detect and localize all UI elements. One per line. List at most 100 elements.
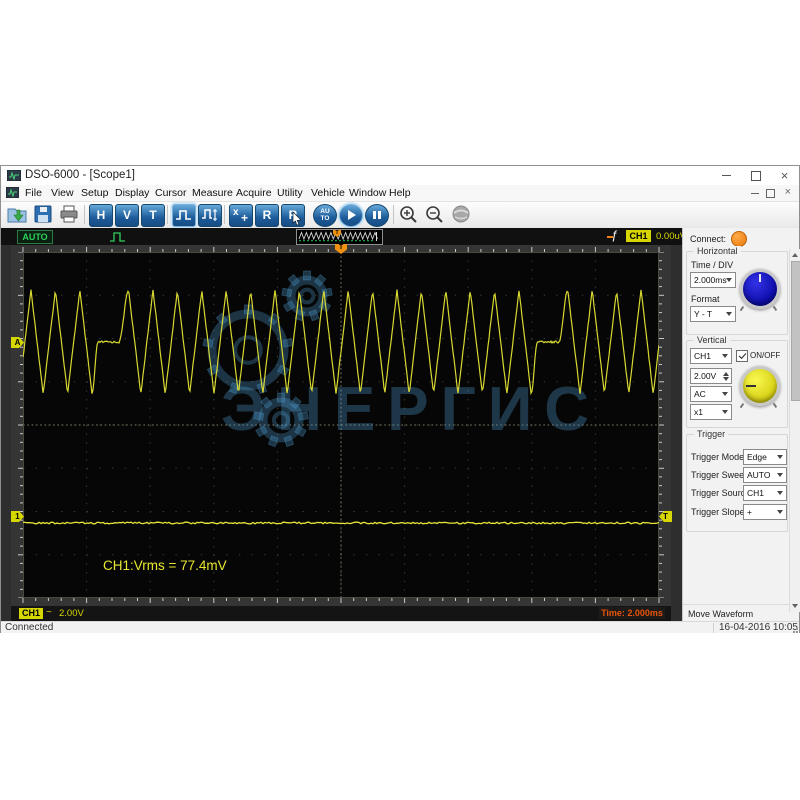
chevron-down-icon — [726, 312, 732, 316]
connection-status: Connected — [5, 622, 53, 633]
record-playback-button[interactable]: R — [281, 204, 305, 227]
measurement-readout: CH1:Vrms = 77.4mV — [103, 558, 227, 573]
time-div-label: Time / DIV — [691, 260, 733, 270]
trigger-channel-badge: CH1 — [626, 230, 651, 242]
scrollbar-thumb[interactable] — [791, 261, 800, 401]
auto-label-bottom: TO — [314, 215, 336, 222]
channel-onoff-checkbox[interactable] — [736, 350, 748, 362]
horizontal-menu-button[interactable]: H — [89, 204, 113, 227]
toolbar-separator — [167, 205, 168, 224]
spinner-up-icon[interactable] — [723, 372, 729, 376]
waveform-preview: T — [296, 229, 383, 245]
probe-select[interactable]: x1 — [690, 404, 732, 420]
pause-button[interactable] — [365, 204, 389, 227]
display-frame: ЭНЕРГИС CH1:Vrms = 77.4mV A 1 T T — [1, 245, 682, 621]
resize-grip[interactable] — [790, 625, 798, 633]
horizontal-knob[interactable] — [740, 269, 780, 309]
channel-info-bar: CH1 ~ 2.00V Time: 2.000ms — [11, 606, 671, 621]
format-select[interactable]: Y - T — [690, 306, 736, 322]
panel-scrollbar[interactable] — [789, 249, 800, 612]
channel-value: CH1 — [694, 351, 711, 361]
close-button[interactable]: × — [770, 166, 799, 185]
preview-window-edge — [376, 232, 377, 241]
trigger-sweep-select[interactable]: AUTO — [743, 467, 787, 483]
connect-led — [731, 231, 747, 247]
trigger-slope-mark — [607, 236, 613, 238]
menu-item-cursor[interactable]: Cursor — [151, 186, 191, 200]
menu-item-view[interactable]: View — [47, 186, 78, 200]
trigger-mode-select[interactable]: Edge — [743, 449, 787, 465]
scale-value: 2.00V — [694, 371, 716, 381]
scroll-down-icon[interactable] — [792, 604, 798, 608]
trigger-sweep-label: Trigger Sweep — [691, 470, 749, 480]
vertical-menu-button[interactable]: V — [115, 204, 139, 227]
pulse-icon — [173, 205, 195, 226]
datetime-readout: 16-04-2016 10:05 — [719, 622, 798, 633]
run-button[interactable] — [339, 204, 363, 227]
ruler-right — [659, 252, 671, 598]
statusbar-separator — [713, 623, 714, 633]
menu-item-help[interactable]: Help — [385, 186, 415, 200]
channel-select[interactable]: CH1 — [690, 348, 732, 364]
coupling-select[interactable]: AC — [690, 386, 732, 402]
chevron-down-icon — [722, 354, 728, 358]
spinner-down-icon[interactable] — [723, 377, 729, 381]
trigger-source-select[interactable]: CH1 — [743, 485, 787, 501]
scale-spinner[interactable]: 2.00V — [690, 368, 732, 384]
print-button[interactable] — [58, 204, 80, 225]
coupling-symbol: ~ — [46, 607, 52, 618]
app-window: DSO-6000 - [Scope1] × File View Setup Di… — [0, 165, 800, 633]
scroll-up-icon[interactable] — [792, 253, 798, 257]
maximize-button[interactable] — [741, 166, 770, 185]
record-button[interactable]: R — [255, 204, 279, 227]
document-icon — [6, 187, 19, 198]
pause-icon — [373, 211, 376, 219]
zoom-in-button[interactable] — [398, 204, 420, 225]
menu-item-file[interactable]: File — [21, 186, 46, 200]
menu-item-measure[interactable]: Measure — [188, 186, 237, 200]
menu-item-setup[interactable]: Setup — [77, 186, 112, 200]
horizontal-group-title: Horizontal — [694, 246, 741, 256]
zoom-out-button[interactable] — [424, 204, 446, 225]
vehicle-button[interactable] — [450, 204, 472, 225]
menu-item-window[interactable]: Window — [345, 186, 390, 200]
menu-item-vehicle[interactable]: Vehicle — [307, 186, 349, 200]
auto-setup-button[interactable]: AU TO — [313, 204, 337, 227]
menu-item-utility[interactable]: Utility — [273, 186, 307, 200]
watermark-text: ЭНЕРГИС — [221, 375, 601, 444]
ruler-left — [11, 252, 23, 598]
trigger-mode-value: Edge — [747, 452, 767, 462]
vertical-knob[interactable] — [740, 366, 780, 406]
trigger-slope-select[interactable]: + — [743, 504, 787, 520]
pulse-width-button[interactable] — [172, 204, 196, 227]
minimize-button[interactable] — [712, 166, 741, 185]
format-value: Y - T — [694, 309, 712, 319]
open-button[interactable] — [6, 204, 28, 225]
volts-per-div-readout: 2.00V — [59, 608, 84, 619]
toolbar-separator — [84, 205, 85, 224]
acquisition-strip: AUTO T ƒ CH1 0.00uV — [1, 228, 682, 245]
title-bar: DSO-6000 - [Scope1] × — [1, 166, 799, 185]
time-div-select[interactable]: 2.000ms — [690, 272, 736, 288]
math-button[interactable]: x + — [229, 204, 253, 227]
toolbar-separator — [393, 205, 394, 224]
save-icon — [32, 204, 54, 225]
menu-item-acquire[interactable]: Acquire — [232, 186, 276, 200]
trigger-sweep-value: AUTO — [747, 470, 770, 480]
acquisition-mode-badge: AUTO — [17, 230, 53, 244]
mdi-close-button[interactable]: × — [785, 186, 791, 198]
channel-badge: CH1 — [19, 608, 43, 619]
mdi-minimize-button[interactable] — [751, 193, 759, 194]
trigger-pulse-icon — [109, 230, 127, 243]
chevron-down-icon — [777, 491, 783, 495]
menu-item-display[interactable]: Display — [111, 186, 153, 200]
time-div-value: 2.000ms — [694, 275, 727, 285]
pulse-measure-button[interactable] — [198, 204, 222, 227]
workspace: AUTO T ƒ CH1 0.00uV — [1, 228, 799, 621]
trigger-menu-button[interactable]: T — [141, 204, 165, 227]
probe-value: x1 — [694, 407, 703, 417]
connect-label: Connect: — [690, 234, 726, 244]
mdi-restore-button[interactable] — [766, 189, 775, 198]
page: DSO-6000 - [Scope1] × File View Setup Di… — [0, 0, 800, 800]
save-button[interactable] — [32, 204, 54, 225]
